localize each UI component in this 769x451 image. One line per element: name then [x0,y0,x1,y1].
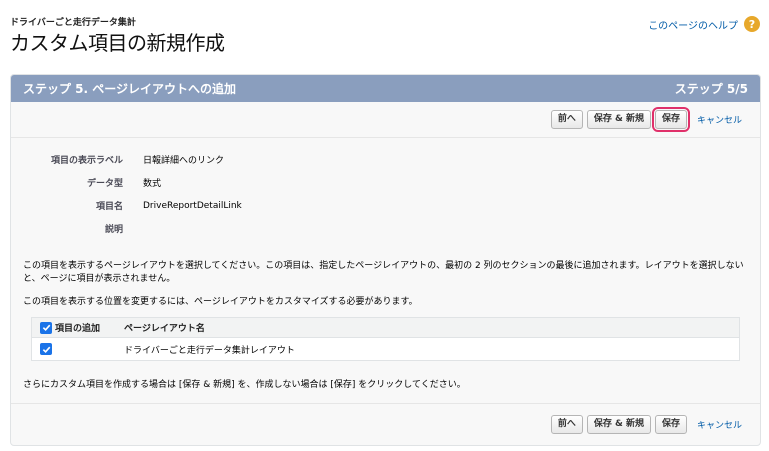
final-instruction: さらにカスタム項目を作成する場合は [保存 & 新規] を、作成しない場合は [… [23,380,466,390]
panel-header: ステップ 5. ページレイアウトへの追加 ステップ 5/5 [11,75,760,102]
page-header: ドライバーごと走行データ集計 カスタム項目の新規作成 このページのヘルプ ? [10,12,760,55]
header-add-column: 項目の追加 [32,321,120,334]
col-add-label: 項目の追加 [55,324,101,334]
previous-button[interactable]: 前へ [550,110,583,129]
field-value: DriveReportDetailLink [143,200,242,211]
step-count: ステップ 5/5 [674,82,748,96]
field-label: 説明 [104,225,123,235]
field-row-type: データ型 数式 [11,171,760,194]
help-link[interactable]: このページのヘルプ [648,17,738,32]
layout-name: ドライバーごと走行データ集計レイアウト [124,345,295,356]
field-label: データ型 [86,179,123,189]
layout-checkbox[interactable] [40,343,52,355]
help-area: このページのヘルプ ? [648,16,760,32]
table-row: ドライバーごと走行データ集計レイアウト [32,338,739,360]
step-title: ステップ 5. ページレイアウトへの追加 [23,82,237,96]
col-layout-label: ページレイアウト名 [124,324,205,334]
save-button-bottom[interactable]: 保存 [654,415,687,434]
row-checkbox-cell [32,343,120,355]
field-row-label: 項目の表示ラベル 日報詳細へのリンク [11,148,760,171]
field-row-description: 説明 [11,217,760,240]
check-icon [42,346,50,353]
field-value: 数式 [143,179,162,189]
step-panel: ステップ 5. ページレイアウトへの追加 ステップ 5/5 前へ 保存 & 新規… [10,74,761,446]
select-layout-instruction: この項目を表示するページレイアウトを選択してください。この項目は、指定したページ… [23,261,744,284]
field-value: 日報詳細へのリンク [143,156,225,166]
save-button[interactable]: 保存 [651,107,690,132]
help-question-icon[interactable]: ? [744,16,760,32]
save-new-button[interactable]: 保存 & 新規 [586,110,651,129]
save-new-button-bottom[interactable]: 保存 & 新規 [586,415,651,434]
field-label: 項目名 [95,202,123,212]
field-label: 項目の表示ラベル [50,156,123,166]
layout-table: 項目の追加 ページレイアウト名 ドライバーごと走行データ集計レイアウト [31,317,740,361]
page-title: カスタム項目の新規作成 [10,31,225,55]
table-header: 項目の追加 ページレイアウト名 [32,318,739,338]
customize-note: この項目を表示する位置を変更するには、ページレイアウトをカスタマイズする必要があ… [23,297,418,307]
cancel-link[interactable]: キャンセル [697,113,742,126]
check-icon [42,324,50,332]
top-button-row: 前へ 保存 & 新規 保存 キャンセル [11,102,760,138]
field-summary: 項目の表示ラベル 日報詳細へのリンク データ型 数式 項目名 DriveRepo… [11,138,760,240]
previous-button-bottom[interactable]: 前へ [550,415,583,434]
bottom-button-row: 前へ 保存 & 新規 保存 キャンセル [11,403,760,445]
cancel-link-bottom[interactable]: キャンセル [697,418,742,431]
select-all-checkbox[interactable] [40,321,52,334]
field-row-name: 項目名 DriveReportDetailLink [11,194,760,217]
